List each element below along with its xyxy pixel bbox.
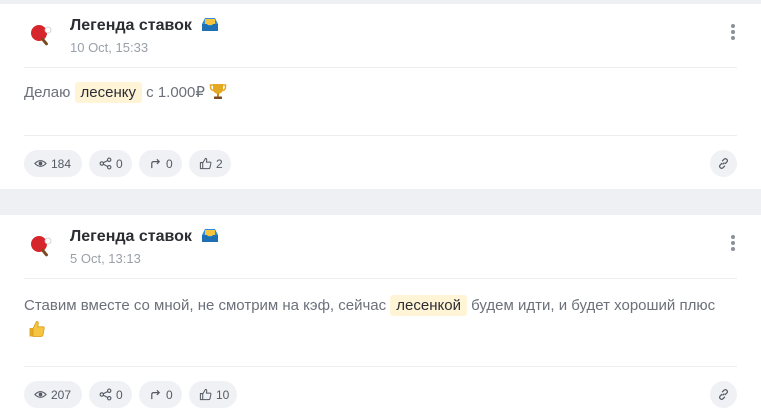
more-options-button[interactable] <box>725 22 741 46</box>
post-footer: 184 0 0 2 <box>24 135 737 189</box>
post-timestamp: 10 Oct, 15:33 <box>70 40 149 55</box>
inbox-tray-icon <box>202 229 219 242</box>
ping-pong-icon[interactable] <box>28 233 54 259</box>
post-text-before: Делаю <box>24 84 71 101</box>
post-header: Легенда ставок 10 Oct, 15:33 <box>24 4 737 68</box>
more-vertical-icon <box>731 235 735 239</box>
highlighted-word[interactable]: лесенку <box>74 82 142 103</box>
thumbs-up-emoji-icon <box>29 321 45 337</box>
like-button[interactable]: 10 <box>189 381 237 408</box>
reposts-count: 0 <box>166 387 173 402</box>
post-text-before: Ставим вместе со мной, не смотрим на кэф… <box>24 297 387 314</box>
shares-count: 0 <box>116 387 123 402</box>
post-text: Ставим вместе со мной, не смотрим на кэф… <box>24 293 721 343</box>
views-counter[interactable]: 207 <box>24 381 82 408</box>
views-count: 184 <box>51 156 72 171</box>
views-counter[interactable]: 184 <box>24 150 82 177</box>
copy-link-button[interactable] <box>710 150 737 177</box>
post-text-after: с 1.000₽ <box>146 84 205 101</box>
like-button[interactable]: 2 <box>189 150 231 177</box>
link-icon <box>718 389 729 400</box>
ping-pong-icon[interactable] <box>28 22 54 48</box>
share-button[interactable]: 0 <box>89 150 132 177</box>
post-footer: 207 0 0 10 <box>24 366 737 418</box>
trophy-icon <box>209 84 227 99</box>
more-vertical-icon <box>731 24 735 28</box>
author-name[interactable]: Легенда ставок <box>70 227 220 246</box>
author-name[interactable]: Легенда ставок <box>70 16 220 35</box>
repost-arrow-icon <box>151 389 161 400</box>
share-button[interactable]: 0 <box>89 381 132 408</box>
author-name-text[interactable]: Легенда ставок <box>70 228 192 245</box>
eye-icon <box>34 391 47 398</box>
thumbs-up-icon <box>199 157 212 170</box>
shares-count: 0 <box>116 156 123 171</box>
inbox-tray-icon <box>202 18 219 31</box>
post-card: Легенда ставок 10 Oct, 15:33 Делаю лесен… <box>0 4 761 189</box>
author-name-text[interactable]: Легенда ставок <box>70 17 192 34</box>
post-card: Легенда ставок 5 Oct, 13:13 Ставим вмест… <box>0 215 761 418</box>
post-timestamp: 5 Oct, 13:13 <box>70 251 141 266</box>
likes-count: 10 <box>216 387 230 402</box>
reposts-count: 0 <box>166 156 173 171</box>
post-text-after: будем идти, и будет хороший плюс <box>471 297 716 314</box>
likes-count: 2 <box>216 156 223 171</box>
link-icon <box>718 158 729 169</box>
share-icon <box>99 157 112 170</box>
copy-link-button[interactable] <box>710 381 737 408</box>
views-count: 207 <box>51 387 72 402</box>
eye-icon <box>34 160 47 167</box>
more-options-button[interactable] <box>725 233 741 257</box>
share-icon <box>99 388 112 401</box>
thumbs-up-icon <box>199 388 212 401</box>
post-text: Делаю лесенку с 1.000₽ <box>24 80 721 105</box>
repost-button[interactable]: 0 <box>139 381 182 408</box>
post-header: Легенда ставок 5 Oct, 13:13 <box>24 215 737 279</box>
repost-arrow-icon <box>151 158 161 169</box>
highlighted-word[interactable]: лесенкой <box>390 295 467 316</box>
repost-button[interactable]: 0 <box>139 150 182 177</box>
